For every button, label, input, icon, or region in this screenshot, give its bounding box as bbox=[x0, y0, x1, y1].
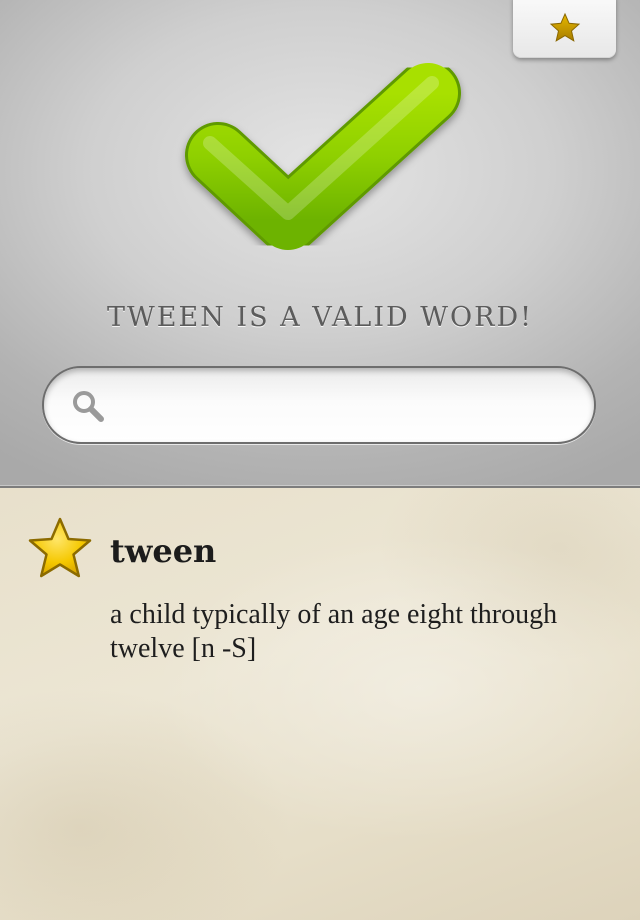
definition-card: tween a child typically of an age eight … bbox=[0, 488, 640, 920]
favorites-button[interactable] bbox=[513, 0, 616, 58]
checkmark-icon bbox=[170, 55, 470, 270]
search-input[interactable] bbox=[120, 378, 574, 434]
result-message: tween is a valid word! bbox=[107, 302, 533, 333]
word-title: tween bbox=[110, 532, 217, 570]
star-icon bbox=[549, 12, 580, 42]
result-header: tween is a valid word! bbox=[0, 0, 640, 488]
word-definition: a child typically of an age eight throug… bbox=[110, 599, 558, 664]
favorite-star-icon[interactable] bbox=[26, 516, 94, 582]
search-icon bbox=[70, 388, 106, 424]
search-field[interactable] bbox=[42, 366, 596, 444]
